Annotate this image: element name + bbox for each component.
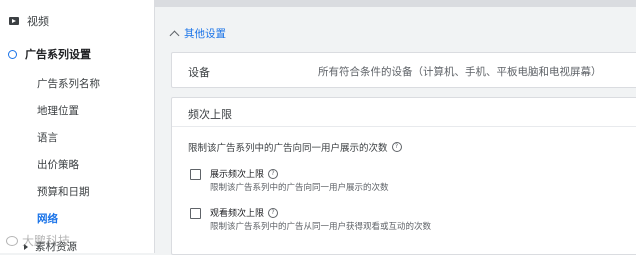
- sidebar-section-title: 广告系列设置: [25, 48, 91, 61]
- description-text: 限制该广告系列中的广告向同一用户展示的次数: [188, 143, 388, 154]
- caret-right-icon: [24, 243, 28, 250]
- frequency-cap-panel: 频次上限 限制该广告系列中的广告向同一用户展示的次数 ? 展示频次上限 ? 限制…: [171, 97, 636, 255]
- sidebar-item-label: 视频: [27, 15, 49, 28]
- step-circle-icon: [8, 49, 17, 59]
- view-cap-title: 观看频次上限 ?: [210, 206, 279, 219]
- device-setting-row[interactable]: 设备 所有符合条件的设备（计算机、手机、平板电脑和电视屏幕）: [171, 52, 636, 88]
- sidebar-item-location[interactable]: 地理位置: [37, 103, 79, 119]
- view-cap-checkbox[interactable]: [190, 208, 201, 219]
- sidebar-item-campaign-settings[interactable]: 广告系列设置: [8, 45, 91, 63]
- sidebar-item-campaign-name[interactable]: 广告系列名称: [37, 76, 100, 92]
- watermark-logo-icon: [6, 235, 18, 246]
- sidebar-item-budget-dates[interactable]: 预算和日期: [37, 184, 90, 200]
- option-label: 观看频次上限: [210, 209, 265, 219]
- chevron-up-icon: [169, 30, 180, 40]
- frequency-cap-title: 频次上限: [188, 108, 232, 121]
- impression-cap-title: 展示频次上限 ?: [210, 167, 279, 180]
- frequency-cap-description: 限制该广告系列中的广告向同一用户展示的次数 ?: [188, 140, 402, 154]
- help-icon[interactable]: ?: [391, 142, 402, 152]
- sidebar-item-video[interactable]: 视频: [9, 12, 49, 30]
- sidebar-item-assets[interactable]: 素材资源: [24, 240, 77, 253]
- device-value: 所有符合条件的设备（计算机、手机、平板电脑和电视屏幕）: [318, 66, 602, 78]
- sidebar-item-networks[interactable]: 网络: [37, 211, 58, 227]
- impression-cap-subtitle: 限制该广告系列中的广告向同一用户展示的次数: [210, 183, 389, 193]
- other-settings-toggle[interactable]: 其他设置: [169, 25, 226, 41]
- impression-cap-checkbox[interactable]: [190, 169, 201, 180]
- option-label: 展示频次上限: [210, 170, 265, 180]
- sidebar: 视频 广告系列设置 广告系列名称 地理位置 语言 出价策略 预算和日期 网络 素…: [0, 0, 155, 253]
- sidebar-item-label: 素材资源: [35, 241, 77, 253]
- sidebar-item-language[interactable]: 语言: [37, 130, 58, 146]
- video-icon: [9, 17, 19, 25]
- sidebar-item-bidding[interactable]: 出价策略: [37, 157, 79, 173]
- divider: [172, 126, 636, 127]
- top-card-edge: [155, 0, 636, 7]
- help-icon[interactable]: ?: [268, 168, 279, 179]
- other-settings-label: 其他设置: [184, 27, 226, 40]
- view-cap-subtitle: 限制该广告系列中的广告从同一用户获得观看或互动的次数: [210, 222, 432, 232]
- device-label: 设备: [188, 66, 210, 79]
- help-icon[interactable]: ?: [268, 207, 279, 218]
